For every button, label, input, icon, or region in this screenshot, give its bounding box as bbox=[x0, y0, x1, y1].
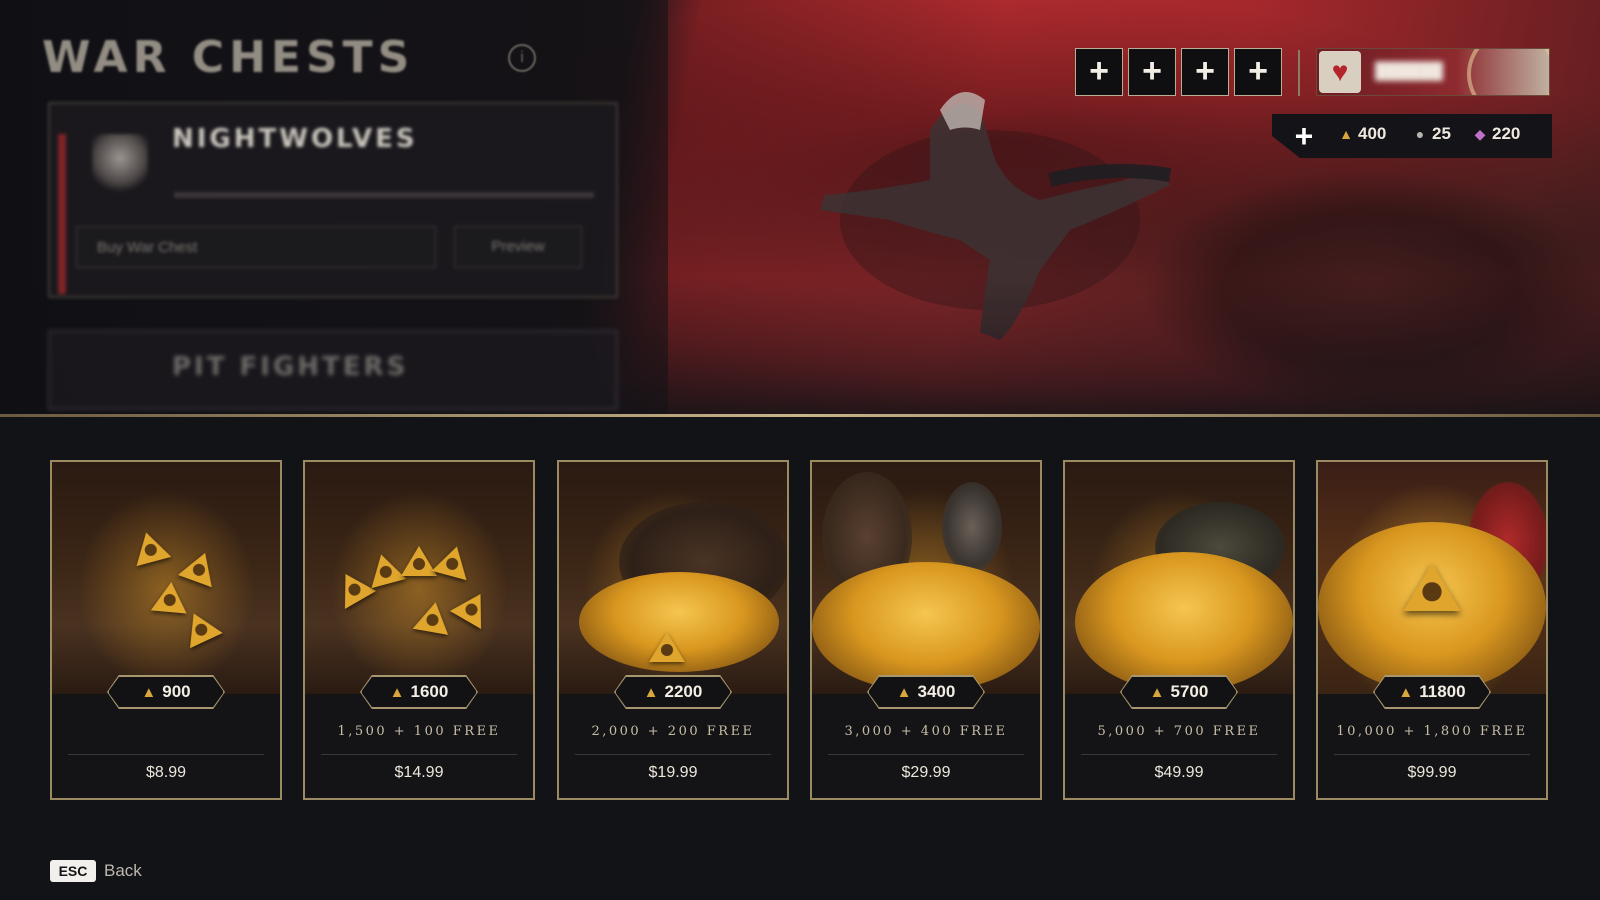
pack-amount: 1600 bbox=[410, 682, 449, 701]
pack-bonus: 10,000 + 1,800 FREE bbox=[1336, 724, 1528, 739]
silver-currency: ● 25 bbox=[1412, 124, 1451, 144]
gold-coin-icon: ▲ bbox=[896, 683, 912, 701]
wolf-emblem-icon bbox=[92, 134, 148, 194]
war-chest-card-pit-fighters[interactable]: PIT FIGHTERS bbox=[48, 330, 618, 410]
chest-card-accent bbox=[58, 134, 66, 294]
pack-amount-badge: ▲ 1600 bbox=[361, 676, 477, 708]
coin-pile bbox=[1075, 552, 1293, 692]
banner-creature-art bbox=[1140, 170, 1600, 410]
coin-pack-image bbox=[52, 462, 280, 694]
pack-bonus: 3,000 + 400 FREE bbox=[844, 724, 1008, 739]
pack-price: $19.99 bbox=[648, 764, 698, 781]
pack-divider bbox=[1081, 754, 1277, 755]
coin-pack-image bbox=[305, 462, 533, 694]
currency-pack-3400[interactable]: ▲ 3400 3,000 + 400 FREE $29.99 bbox=[810, 460, 1042, 800]
buy-war-chest-button[interactable]: Buy War Chest bbox=[76, 226, 436, 268]
pack-amount: 900 bbox=[162, 682, 191, 701]
coin-icon bbox=[363, 549, 407, 589]
gem-icon: ◆ bbox=[1474, 126, 1486, 142]
pack-price: $8.99 bbox=[145, 764, 187, 781]
coin-icon bbox=[150, 580, 190, 614]
pack-bonus: 1,500 + 100 FREE bbox=[337, 724, 501, 739]
gem-amount: 220 bbox=[1492, 124, 1521, 143]
gold-coin-icon: ▲ bbox=[389, 683, 405, 701]
pack-bonus: 2,000 + 200 FREE bbox=[591, 724, 755, 739]
gold-coin-icon: ▲ bbox=[1398, 683, 1414, 701]
pack-price: $14.99 bbox=[394, 764, 444, 781]
pack-amount-badge: ▲ 900 bbox=[108, 676, 224, 708]
coin-icon bbox=[401, 546, 437, 576]
chest-name: NIGHTWOLVES bbox=[172, 124, 418, 154]
pack-divider bbox=[1334, 754, 1530, 755]
buy-war-chest-label: Buy War Chest bbox=[97, 239, 198, 256]
currency-pack-11800[interactable]: ▲ 11800 10,000 + 1,800 FREE $99.99 bbox=[1316, 460, 1548, 800]
page-title: WAR CHESTS bbox=[42, 32, 415, 83]
gold-coin-icon: ▲ bbox=[1149, 683, 1165, 701]
silver-amount: 25 bbox=[1432, 124, 1451, 143]
add-slot-button[interactable]: + bbox=[1075, 48, 1123, 96]
currency-pack-900[interactable]: ▲ 900 $8.99 bbox=[50, 460, 282, 800]
pack-amount-badge: ▲ 2200 bbox=[615, 676, 731, 708]
coin-pack-image bbox=[1065, 462, 1293, 694]
profile-banner-emblem bbox=[1467, 49, 1549, 95]
chest-name: PIT FIGHTERS bbox=[172, 352, 409, 382]
chest-progress-bar bbox=[174, 192, 594, 198]
player-profile-card[interactable]: ♥ ██████ bbox=[1316, 48, 1550, 96]
pack-amount: 2200 bbox=[664, 682, 703, 701]
pack-amount-badge: ▲ 3400 bbox=[868, 676, 984, 708]
add-slot-button[interactable]: + bbox=[1234, 48, 1282, 96]
info-icon[interactable]: i bbox=[508, 44, 536, 72]
player-name: ██████ bbox=[1375, 63, 1444, 80]
currency-pack-5700[interactable]: ▲ 5700 5,000 + 700 FREE $49.99 bbox=[1063, 460, 1295, 800]
coin-icon bbox=[1403, 563, 1461, 611]
pack-amount: 5700 bbox=[1170, 682, 1209, 701]
esc-key-icon[interactable]: ESC bbox=[50, 860, 96, 882]
add-slot-button[interactable]: + bbox=[1181, 48, 1229, 96]
pack-divider bbox=[575, 754, 771, 755]
pack-bonus: 5,000 + 700 FREE bbox=[1097, 724, 1261, 739]
back-button[interactable]: Back bbox=[104, 861, 142, 881]
pack-amount: 11800 bbox=[1419, 682, 1466, 701]
coin-icon bbox=[449, 585, 497, 629]
pack-amount-badge: ▲ 11800 bbox=[1374, 676, 1490, 708]
coin-icon bbox=[177, 546, 223, 588]
coin-pack-image bbox=[559, 462, 787, 694]
pack-price: $99.99 bbox=[1407, 764, 1457, 781]
coin-icon bbox=[412, 599, 454, 635]
pack-divider bbox=[828, 754, 1024, 755]
currency-pack-1600[interactable]: ▲ 1600 1,500 + 100 FREE $14.99 bbox=[303, 460, 535, 800]
add-slot-button[interactable]: + bbox=[1128, 48, 1176, 96]
silver-coin-icon: ● bbox=[1415, 126, 1425, 142]
war-chest-card-nightwolves[interactable]: NIGHTWOLVES Buy War Chest Preview bbox=[48, 102, 618, 298]
pack-amount-badge: ▲ 5700 bbox=[1121, 676, 1237, 708]
coin-pack-image bbox=[812, 462, 1040, 694]
gold-amount: 400 bbox=[1358, 124, 1387, 143]
gold-coin-icon: ▲ bbox=[141, 683, 157, 701]
hud-divider bbox=[1298, 50, 1300, 96]
add-currency-button[interactable]: + bbox=[1288, 114, 1320, 158]
coin-icon bbox=[128, 527, 172, 567]
banner-warrior-art bbox=[820, 92, 1172, 340]
pack-amount: 3400 bbox=[917, 682, 956, 701]
potion-flask bbox=[942, 482, 1002, 572]
coin-icon bbox=[649, 632, 685, 662]
coin-icon bbox=[431, 541, 475, 581]
coin-pile bbox=[812, 562, 1040, 692]
banner-divider bbox=[0, 414, 1600, 417]
pack-price: $49.99 bbox=[1154, 764, 1204, 781]
pack-divider bbox=[321, 754, 517, 755]
gold-coin-icon: ▲ bbox=[1339, 126, 1353, 142]
gem-currency: ◆ 220 bbox=[1472, 124, 1521, 144]
gold-currency: ▲ 400 bbox=[1338, 124, 1386, 144]
heart-avatar-icon: ♥ bbox=[1319, 51, 1361, 93]
gold-coin-icon: ▲ bbox=[643, 683, 659, 701]
coin-pack-image bbox=[1318, 462, 1546, 694]
preview-button[interactable]: Preview bbox=[454, 226, 582, 268]
pack-divider bbox=[68, 754, 264, 755]
currency-pack-2200[interactable]: ▲ 2200 2,000 + 200 FREE $19.99 bbox=[557, 460, 789, 800]
pack-price: $29.99 bbox=[901, 764, 951, 781]
